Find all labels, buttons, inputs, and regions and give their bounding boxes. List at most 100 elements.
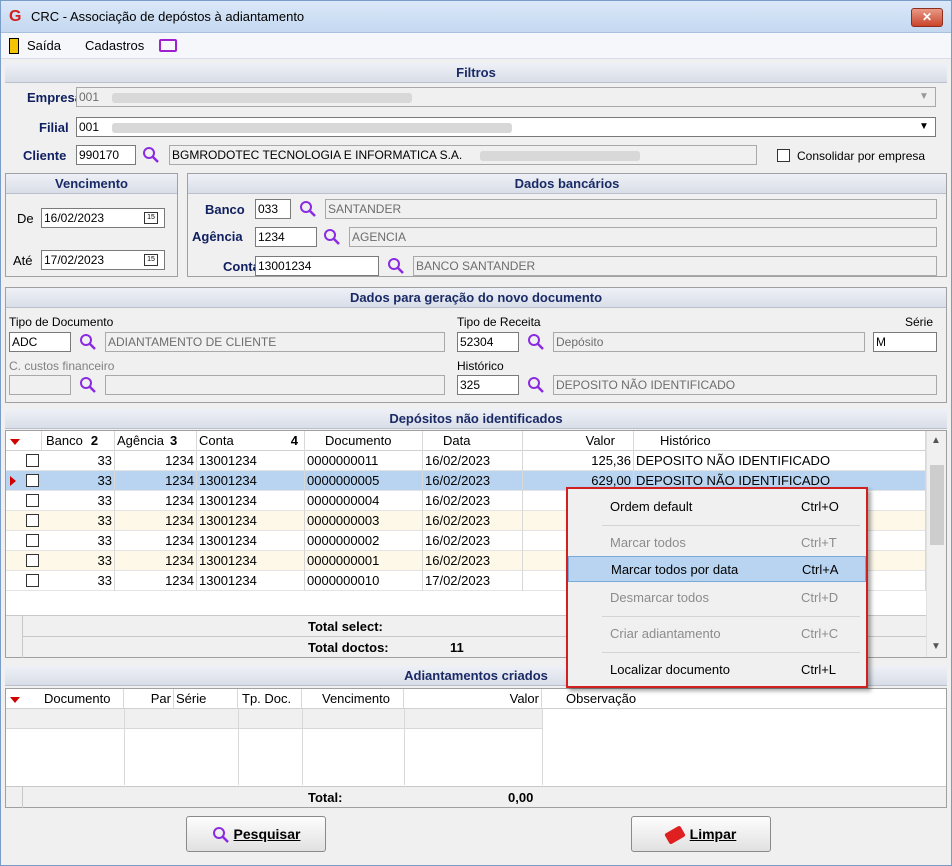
scrollbar[interactable]: ▲ ▼	[926, 431, 946, 657]
calendar-icon[interactable]: 15	[144, 254, 158, 266]
col-date[interactable]: Data	[423, 431, 523, 451]
menu-item-mark-all-by-date[interactable]: Marcar todos por data Ctrl+A	[568, 556, 866, 582]
serie-input[interactable]: M	[873, 332, 937, 352]
title-bar: G CRC - Associação de depóstos à adianta…	[1, 1, 951, 33]
consolidate-label: Consolidar por empresa	[797, 149, 926, 163]
table-row[interactable]: 33 1234 13001234 0000000011 16/02/2023 125,36…	[6, 451, 926, 471]
cell-date: 16/02/2023	[423, 491, 523, 511]
col-document[interactable]: Documento	[24, 689, 124, 709]
cell-bank: 33	[42, 451, 115, 471]
newdoc-header: Dados para geração do novo documento	[6, 288, 946, 308]
menu-item-mark-all[interactable]: Marcar todos Ctrl+T	[568, 530, 866, 556]
cell-bank: 33	[42, 571, 115, 591]
cell-document: 0000000002	[305, 531, 423, 551]
col-serie[interactable]: Série	[174, 689, 238, 709]
client-code-input[interactable]: 990170	[76, 145, 136, 165]
cost-center-input[interactable]	[9, 375, 71, 395]
menu-item-default-order[interactable]: Ordem default Ctrl+O	[568, 494, 866, 520]
serie-label: Série	[905, 315, 934, 329]
col-par[interactable]: Par	[124, 689, 174, 709]
col-value[interactable]: Valor	[523, 431, 634, 451]
cost-center-label: C. custos financeiro	[9, 359, 115, 373]
row-checkbox[interactable]	[26, 454, 39, 467]
search-icon[interactable]	[323, 228, 341, 246]
search-icon[interactable]	[387, 257, 405, 275]
cell-document: 0000000004	[305, 491, 423, 511]
advances-grid: Documento Par Série Tp. Doc. Vencimento …	[5, 688, 947, 808]
scroll-down-icon[interactable]: ▼	[931, 641, 941, 652]
menu-item-create-advance[interactable]: Criar adiantamento Ctrl+C	[568, 621, 866, 647]
search-button[interactable]: Pesquisar	[186, 816, 326, 852]
filter-arrow-icon[interactable]	[10, 697, 20, 703]
col-bank[interactable]: Banco 2	[42, 431, 115, 451]
client-label: Cliente	[23, 148, 67, 163]
company-label: Empresa	[27, 90, 82, 105]
context-menu: Ordem default Ctrl+O Marcar todos Ctrl+T M…	[566, 487, 868, 688]
revtype-code-input[interactable]: 52304	[457, 332, 519, 352]
search-button-label: Pesquisar	[233, 826, 301, 842]
menu-item-unmark-all[interactable]: Desmarcar todos Ctrl+D	[568, 585, 866, 611]
main-window: G CRC - Associação de depóstos à adianta…	[0, 0, 952, 866]
scroll-thumb[interactable]	[930, 465, 944, 545]
total-docs-label: Total doctos:	[308, 640, 389, 655]
col-value[interactable]: Valor	[404, 689, 542, 709]
menu-exit[interactable]: Saída	[27, 38, 61, 53]
cost-center-name-field	[105, 375, 445, 395]
row-checkbox[interactable]	[26, 574, 39, 587]
advances-total-value: 0,00	[508, 790, 534, 805]
close-button[interactable]: ✕	[911, 8, 943, 27]
bank-name-field: SANTANDER	[325, 199, 937, 219]
cell-document: 0000000005	[305, 471, 423, 491]
col-document[interactable]: Documento	[305, 431, 423, 451]
total-docs-value: 11	[450, 640, 464, 655]
monitor-icon[interactable]	[159, 39, 177, 52]
row-checkbox[interactable]	[26, 474, 39, 487]
window-title: CRC - Associação de depóstos à adiantame…	[31, 9, 305, 24]
menu-bar: Saída Cadastros	[1, 33, 951, 59]
col-doc-type[interactable]: Tp. Doc.	[238, 689, 302, 709]
search-icon[interactable]	[299, 200, 317, 218]
row-checkbox[interactable]	[26, 534, 39, 547]
advances-totals-bar: Total: 0,00	[6, 786, 946, 808]
search-icon[interactable]	[527, 376, 545, 394]
clear-button-label: Limpar	[689, 826, 737, 842]
col-agency[interactable]: Agência 3	[115, 431, 197, 451]
search-icon[interactable]	[79, 376, 97, 394]
cell-date: 17/02/2023	[423, 571, 523, 591]
col-account[interactable]: Conta 4	[197, 431, 305, 451]
chevron-down-icon[interactable]: ▼	[916, 119, 932, 135]
chevron-down-icon[interactable]: ▼	[916, 89, 932, 105]
row-checkbox[interactable]	[26, 554, 39, 567]
cell-bank: 33	[42, 491, 115, 511]
scroll-up-icon[interactable]: ▲	[931, 435, 941, 446]
cell-agency: 1234	[115, 551, 197, 571]
bank-code-input[interactable]: 033	[255, 199, 291, 219]
cell-date: 16/02/2023	[423, 551, 523, 571]
calendar-icon[interactable]: 15	[144, 212, 158, 224]
history-code-input[interactable]: 325	[457, 375, 519, 395]
menu-registers[interactable]: Cadastros	[85, 38, 144, 53]
client-name-field: BGMRODOTEC TECNOLOGIA E INFORMATICA S.A.	[169, 145, 757, 165]
menu-item-find-document[interactable]: Localizar documento Ctrl+L	[568, 657, 866, 683]
filter-arrow-icon[interactable]	[10, 439, 20, 445]
col-due[interactable]: Vencimento	[302, 689, 404, 709]
row-checkbox[interactable]	[26, 514, 39, 527]
col-history[interactable]: Histórico	[634, 431, 926, 451]
row-checkbox[interactable]	[26, 494, 39, 507]
doctype-code-input[interactable]: ADC	[9, 332, 71, 352]
branch-select[interactable]: 001	[76, 117, 936, 137]
cell-date: 16/02/2023	[423, 471, 523, 491]
agency-code-input[interactable]: 1234	[255, 227, 317, 247]
search-icon[interactable]	[79, 333, 97, 351]
company-select[interactable]: 001	[76, 87, 936, 107]
clear-button[interactable]: Limpar	[631, 816, 771, 852]
current-row-arrow-icon	[10, 476, 16, 486]
advances-total-label: Total:	[308, 790, 343, 805]
search-icon[interactable]	[142, 146, 160, 164]
due-header: Vencimento	[6, 174, 177, 194]
col-note[interactable]: Observação	[542, 689, 946, 709]
consolidate-checkbox[interactable]	[777, 149, 790, 162]
search-icon[interactable]	[527, 333, 545, 351]
cell-agency: 1234	[115, 571, 197, 591]
account-code-input[interactable]: 13001234	[255, 256, 379, 276]
